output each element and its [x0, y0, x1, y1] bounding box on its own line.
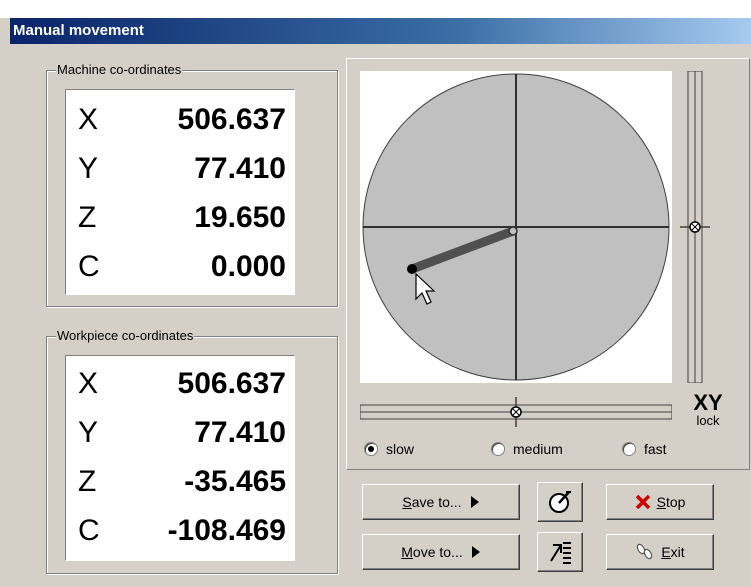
footprints-icon [637, 543, 653, 560]
axis-value: 506.637 [177, 367, 286, 400]
machine-coordinates-group: Machine co-ordinates X 506.637 Y 77.410 … [46, 62, 338, 307]
axis-value: 77.410 [194, 416, 286, 449]
axis-value: 0.000 [210, 250, 286, 283]
dial-icon [549, 491, 571, 513]
speed-slow-radio[interactable]: slow [364, 441, 414, 457]
axis-value: 506.637 [177, 103, 286, 136]
list-button[interactable] [537, 532, 583, 572]
workpiece-coordinates-group: Workpiece co-ordinates X 506.637 Y 77.41… [46, 328, 338, 574]
window-titlebar: Manual movement [10, 18, 751, 44]
workpiece-coordinates-title: Workpiece co-ordinates [56, 328, 195, 344]
axis-label: C [78, 250, 100, 283]
workpiece-row-z: Z -35.465 [66, 458, 294, 506]
machine-row-z: Z 19.650 [66, 194, 294, 242]
c-slider[interactable] [360, 397, 672, 427]
triangle-right-icon [470, 496, 479, 508]
xy-lock-sublabel: lock [696, 413, 720, 428]
axis-value: 77.410 [194, 152, 286, 185]
xy-joystick[interactable] [360, 71, 672, 383]
machine-coordinates-title: Machine co-ordinates [56, 62, 183, 78]
red-x-icon [635, 494, 650, 510]
speed-fast-label: fast [644, 441, 667, 457]
speed-medium-radio[interactable]: medium [491, 441, 563, 457]
speed-medium-label: medium [513, 441, 563, 457]
stop-label: Stop [656, 494, 686, 510]
triangle-right-icon [471, 546, 480, 558]
workpiece-coordinates-display: X 506.637 Y 77.410 Z -35.465 C -108.469 [65, 355, 295, 561]
radio-dot [364, 442, 378, 456]
top-background [0, 0, 751, 18]
machine-row-y: Y 77.410 [66, 145, 294, 193]
axis-label: Z [78, 201, 97, 234]
axis-label: X [78, 367, 99, 400]
axis-value: -108.469 [167, 514, 286, 547]
exit-label: Exit [661, 544, 685, 560]
workpiece-row-c: C -108.469 [66, 507, 294, 555]
radio-dot [622, 442, 636, 456]
move-to-label: Move to... [401, 544, 463, 560]
axis-value: -35.465 [184, 465, 286, 498]
machine-row-x: X 506.637 [66, 96, 294, 144]
axis-label: Z [78, 465, 97, 498]
save-to-button[interactable]: Save to... [362, 484, 520, 520]
axis-label: C [78, 514, 100, 547]
speed-slow-label: slow [386, 441, 415, 457]
axis-value: 19.650 [194, 201, 286, 234]
dial-button[interactable] [537, 482, 583, 522]
axis-label: Y [78, 416, 99, 449]
stop-button[interactable]: Stop [606, 484, 714, 520]
axis-label: X [78, 103, 99, 136]
machine-row-c: C 0.000 [66, 243, 294, 291]
speed-fast-radio[interactable]: fast [622, 441, 667, 457]
exit-button[interactable]: Exit [606, 534, 714, 570]
xy-lock-toggle[interactable]: XY lock [683, 392, 733, 432]
workpiece-row-y: Y 77.410 [66, 409, 294, 457]
window-title: Manual movement [13, 22, 144, 39]
joystick-panel: XY lock slow medium fast [346, 58, 750, 470]
list-arrow-icon [550, 542, 571, 564]
z-slider[interactable] [680, 71, 710, 383]
move-to-button[interactable]: Move to... [362, 534, 520, 570]
machine-coordinates-display: X 506.637 Y 77.410 Z 19.650 C 0.000 [65, 89, 295, 295]
axis-label: Y [78, 152, 99, 185]
save-to-label: Save to... [402, 494, 462, 510]
workpiece-row-x: X 506.637 [66, 360, 294, 408]
radio-dot [491, 442, 505, 456]
manual-movement-window: Machine co-ordinates X 506.637 Y 77.410 … [10, 44, 751, 587]
xy-lock-label: XY [693, 390, 723, 415]
